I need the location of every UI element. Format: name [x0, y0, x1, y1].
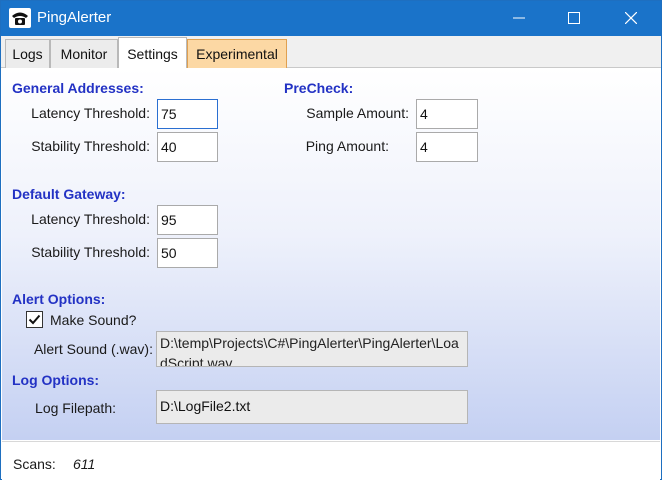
alert-options-heading: Alert Options:: [12, 291, 106, 307]
window-title: PingAlerter: [37, 9, 112, 26]
tab-strip: Logs Monitor Experimental Settings: [1, 36, 661, 69]
log-options-heading: Log Options:: [12, 372, 100, 388]
general-stability-input[interactable]: [157, 132, 218, 162]
scans-label: Scans:: [13, 456, 56, 472]
tab-settings[interactable]: Settings: [118, 37, 187, 69]
gateway-stability-input[interactable]: [157, 238, 218, 268]
close-icon: [624, 11, 638, 27]
app-window: PingAlerter Logs Monitor Experimental Se…: [0, 0, 662, 480]
scans-count: 611: [73, 456, 96, 472]
gateway-latency-input[interactable]: [157, 205, 218, 235]
tab-logs[interactable]: Logs: [5, 39, 50, 68]
phone-icon: [9, 8, 31, 28]
minimize-button[interactable]: [491, 1, 547, 36]
log-filepath-field[interactable]: [156, 390, 468, 424]
precheck-heading: PreCheck:: [284, 80, 354, 96]
ping-amount-input[interactable]: [416, 132, 478, 162]
maximize-button[interactable]: [546, 1, 602, 36]
sample-amount-label: Sample Amount:: [306, 105, 409, 121]
general-stability-label: Stability Threshold:: [31, 138, 150, 154]
general-addresses-heading: General Addresses:: [12, 80, 144, 96]
status-bar: Scans: 611: [2, 441, 660, 480]
general-latency-input[interactable]: [157, 99, 218, 129]
alert-sound-path-field[interactable]: D:\temp\Projects\C#\PingAlerter\PingAler…: [156, 331, 468, 367]
make-sound-label[interactable]: Make Sound?: [50, 312, 136, 328]
general-latency-label: Latency Threshold:: [31, 105, 150, 121]
tab-monitor[interactable]: Monitor: [50, 39, 118, 68]
gateway-latency-label: Latency Threshold:: [31, 211, 150, 227]
title-bar[interactable]: PingAlerter: [1, 1, 661, 36]
alert-sound-label: Alert Sound (.wav):: [33, 341, 153, 357]
log-filepath-label: Log Filepath:: [35, 400, 116, 416]
default-gateway-heading: Default Gateway:: [12, 186, 126, 202]
maximize-icon: [568, 11, 580, 27]
settings-panel: General Addresses: Latency Threshold: St…: [2, 68, 660, 440]
minimize-icon: [513, 11, 525, 27]
gateway-stability-label: Stability Threshold:: [31, 244, 150, 260]
sample-amount-input[interactable]: [416, 99, 478, 129]
tab-experimental[interactable]: Experimental: [187, 39, 287, 68]
ping-amount-label: Ping Amount:: [305, 138, 389, 154]
make-sound-checkbox[interactable]: [26, 311, 43, 328]
close-button[interactable]: [603, 1, 659, 36]
